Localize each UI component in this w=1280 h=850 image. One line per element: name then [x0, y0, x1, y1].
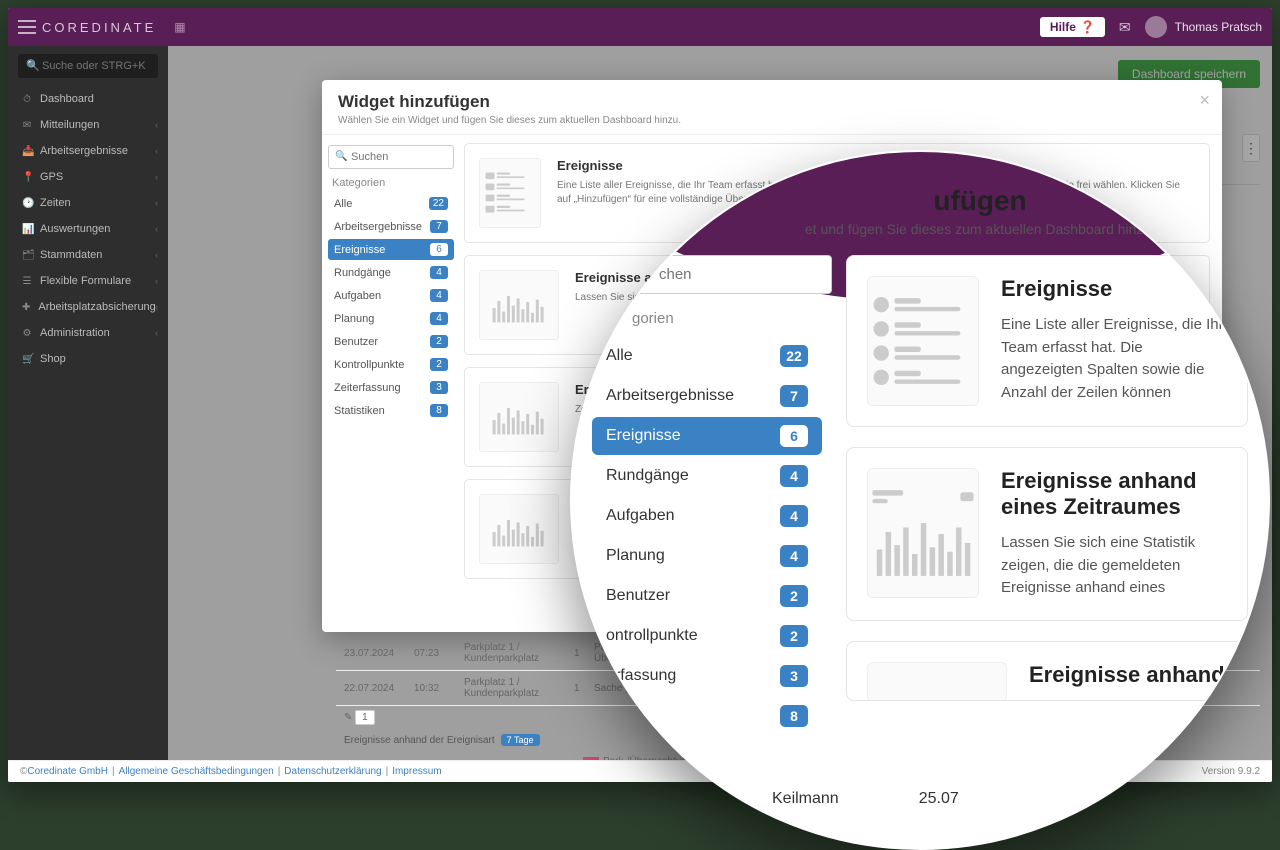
top-bar: COREDINATE ▦ Hilfe❓ ✉ Thomas Pratsch: [8, 8, 1272, 46]
lens-category-benutzer[interactable]: Benutzer2: [592, 577, 822, 615]
days-badge: 7 Tage: [501, 734, 540, 746]
dialog-subtitle: Wählen Sie ein Widget und fügen Sie dies…: [338, 115, 1206, 126]
magnifier-lens: ufügen et und fügen Sie dieses zum aktue…: [570, 150, 1270, 850]
list-thumb-icon: [867, 276, 979, 406]
nav-arbeitsergebnisse[interactable]: 📥Arbeitsergebnisse‹: [8, 138, 168, 164]
bars-thumb-icon: [867, 468, 979, 598]
help-button[interactable]: Hilfe❓: [1040, 17, 1105, 37]
user-name: Thomas Pratsch: [1175, 20, 1262, 34]
lens-footer-fragment: Keilmann25.07: [772, 790, 1268, 808]
footer-agb-link[interactable]: Allgemeine Geschäftsbedingungen: [119, 766, 274, 777]
mail-icon[interactable]: ✉: [1119, 19, 1131, 36]
lens-widget-card[interactable]: Ereignisse anhand eines Zeitraumes Lasse…: [846, 447, 1248, 621]
lens-category-erfassung[interactable]: erfassung3: [592, 657, 822, 695]
mail-icon: ✉: [22, 120, 32, 131]
bars-thumb-icon: [479, 270, 559, 340]
bars-thumb-icon: [479, 494, 559, 564]
footer-privacy-link[interactable]: Datenschutzerklärung: [284, 766, 381, 777]
shield-icon: ✚: [22, 302, 30, 313]
bars2-thumb-icon: [479, 382, 559, 452]
gear-icon: ⚙: [22, 328, 32, 339]
nav-gps[interactable]: 📍GPS‹: [8, 164, 168, 190]
clock-icon: 🕑: [22, 198, 32, 209]
page-number[interactable]: 1: [355, 710, 375, 725]
category-benutzer[interactable]: Benutzer2: [328, 331, 454, 352]
brand: COREDINATE: [18, 20, 156, 35]
nav-administration[interactable]: ⚙Administration‹: [8, 320, 168, 346]
category-rundgänge[interactable]: Rundgänge4: [328, 262, 454, 283]
categories-heading: Kategorien: [332, 177, 450, 189]
nav-auswertungen[interactable]: 📊Auswertungen‹: [8, 216, 168, 242]
lens-widget-title: Ereignisse: [1001, 276, 1227, 302]
nav-mitteilungen[interactable]: ✉Mitteilungen‹: [8, 112, 168, 138]
lens-sidebar: gorien Alle22Arbeitsergebnisse7Ereigniss…: [572, 255, 822, 737]
nav-arbeitsplatzabsicherung[interactable]: ✚Arbeitsplatzabsicherung‹: [8, 294, 168, 320]
lens-widget-title: Ereignisse anhand eines Zeitraumes: [1001, 468, 1227, 520]
lens-category-arbeitsergebnisse[interactable]: Arbeitsergebnisse7: [592, 377, 822, 415]
footer-imprint-link[interactable]: Impressum: [392, 766, 441, 777]
category-kontrollpunkte[interactable]: Kontrollpunkte2: [328, 354, 454, 375]
user-avatar[interactable]: [1145, 16, 1167, 38]
nav-stammdaten[interactable]: 🗂Stammdaten‹: [8, 242, 168, 268]
category-planung[interactable]: Planung4: [328, 308, 454, 329]
lens-category-ontrollpunkte[interactable]: ontrollpunkte2: [592, 617, 822, 655]
question-icon: ❓: [1080, 20, 1095, 34]
form-icon: ☰: [22, 276, 32, 287]
nav-shop[interactable]: 🛒Shop: [8, 346, 168, 372]
nav-dashboard[interactable]: ⏱Dashboard: [8, 86, 168, 112]
chart-icon: 📊: [22, 224, 32, 235]
folder-icon: 🗂: [22, 250, 32, 261]
grid-icon[interactable]: ▦: [174, 20, 185, 34]
category-zeiterfassung[interactable]: Zeiterfassung3: [328, 377, 454, 398]
category-ereignisse[interactable]: Ereignisse6: [328, 239, 454, 260]
lens-widget-list: Ereignisse Eine Liste aller Ereignisse, …: [846, 255, 1258, 737]
dialog-sidebar: 🔍 Kategorien Alle22Arbeitsergebnisse7Ere…: [322, 135, 460, 632]
lens-category-aufgaben[interactable]: Aufgaben4: [592, 497, 822, 535]
pin-icon: 📍: [22, 172, 32, 183]
dialog-header: Widget hinzufügen Wählen Sie ein Widget …: [322, 80, 1222, 135]
nav-flexible-formulare[interactable]: ☰Flexible Formulare‹: [8, 268, 168, 294]
cart-icon: 🛒: [22, 354, 32, 365]
lens-categories-heading: gorien: [632, 310, 822, 327]
hamburger-icon[interactable]: [18, 20, 36, 34]
lens-widget-desc: Eine Liste aller Ereignisse, die Ihr Tea…: [1001, 314, 1227, 404]
gauge-icon: ⏱: [22, 94, 32, 105]
lens-category-ken[interactable]: ken8: [592, 697, 822, 735]
edit-icon[interactable]: ✎: [344, 712, 352, 723]
close-icon[interactable]: ×: [1199, 90, 1210, 111]
search-icon: 🔍: [26, 59, 40, 72]
lens-search-input[interactable]: [622, 255, 832, 294]
category-alle[interactable]: Alle22: [328, 193, 454, 214]
inbox-icon: 📥: [22, 146, 32, 157]
lens-widget-title: Ereignisse anhand: [1029, 662, 1225, 688]
lens-dialog-subtitle: et und fügen Sie dieses zum aktuellen Da…: [692, 221, 1268, 237]
lens-widget-desc: Lassen Sie sich eine Statistik zeigen, d…: [1001, 532, 1227, 600]
category-arbeitsergebnisse[interactable]: Arbeitsergebnisse7: [328, 216, 454, 237]
lens-dialog-title: ufügen: [692, 185, 1268, 217]
list-thumb-icon: [479, 158, 541, 228]
bars-thumb-icon: [867, 662, 1007, 701]
brand-name: COREDINATE: [42, 20, 156, 35]
global-search: 🔍: [8, 46, 168, 86]
lens-widget-card[interactable]: Ereignisse Eine Liste aller Ereignisse, …: [846, 255, 1248, 427]
dialog-title: Widget hinzufügen: [338, 92, 1206, 112]
search-icon: 🔍: [335, 151, 347, 162]
main-sidebar: 🔍 ⏱Dashboard ✉Mitteilungen‹ 📥Arbeitserge…: [8, 46, 168, 760]
lens-category-rundgänge[interactable]: Rundgänge4: [592, 457, 822, 495]
footer-company-link[interactable]: Coredinate GmbH: [27, 766, 108, 777]
lens-category-ereignisse[interactable]: Ereignisse6: [592, 417, 822, 455]
lens-category-planung[interactable]: Planung4: [592, 537, 822, 575]
lens-widget-card[interactable]: Ereignisse anhand: [846, 641, 1248, 701]
category-statistiken[interactable]: Statistiken8: [328, 400, 454, 421]
nav-zeiten[interactable]: 🕑Zeiten‹: [8, 190, 168, 216]
category-aufgaben[interactable]: Aufgaben4: [328, 285, 454, 306]
lens-category-alle[interactable]: Alle22: [592, 337, 822, 375]
